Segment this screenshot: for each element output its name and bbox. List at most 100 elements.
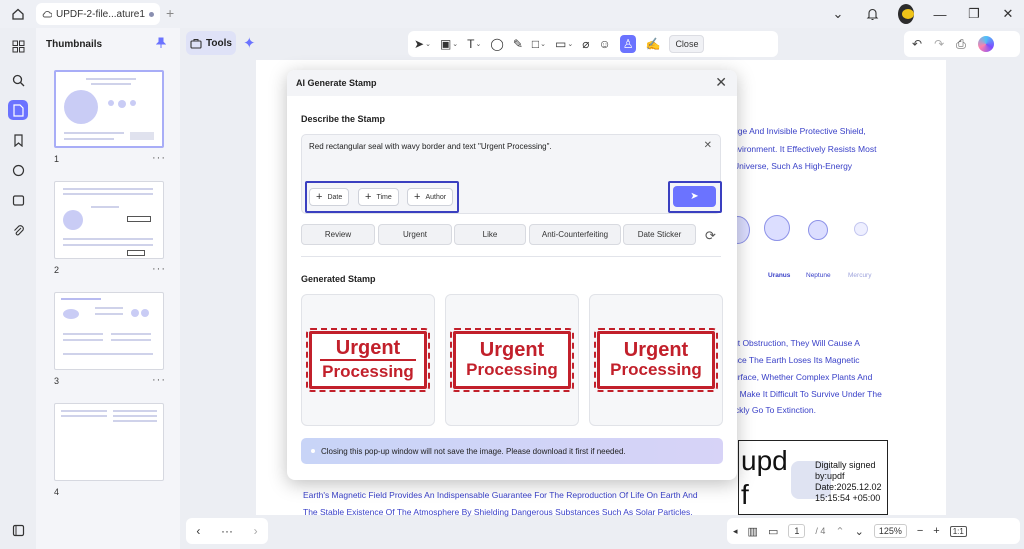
home-icon[interactable] [8, 5, 28, 23]
search-icon[interactable] [8, 70, 28, 90]
digital-signature-field[interactable]: upd f Digitally signed by:updf Date:2025… [738, 440, 888, 515]
stamp-text-line: Processing [610, 360, 702, 379]
preset-like[interactable]: Like [454, 224, 526, 245]
preset-review[interactable]: Review [301, 224, 375, 245]
add-tab-icon[interactable]: + [166, 5, 174, 21]
sticker-tool[interactable]: ☺ [598, 37, 610, 51]
close-tool-button[interactable]: Close [669, 35, 705, 53]
chip-label: Date [327, 193, 343, 201]
preset-date-sticker[interactable]: Date Sticker [623, 224, 696, 245]
stamp-list-icon[interactable] [8, 190, 28, 210]
updf-ai-logo-icon[interactable] [977, 36, 994, 52]
insert-date-chip[interactable]: + Date [309, 188, 350, 206]
doc-text-line: Earth's Magnetic Field Provides An Indis… [303, 490, 698, 500]
prev-page-icon[interactable]: ⌃ [835, 525, 844, 538]
shape-tool[interactable]: □ ⌄ [532, 37, 546, 51]
measure-tool[interactable]: ▭ ⌄ [555, 37, 573, 51]
planet-label: Mercury [848, 272, 872, 279]
document-tab[interactable]: UPDF-2-file...ature111(2) [36, 3, 160, 25]
ai-sparkle-icon[interactable]: ✦ [243, 34, 256, 52]
stamp-text-line: Urgent [479, 339, 545, 361]
generated-stamp-card[interactable]: Urgent Processing [301, 294, 435, 426]
thumbnails-title: Thumbnails [46, 39, 103, 50]
stamp-text-line: Processing [466, 360, 558, 379]
generated-section-title: Generated Stamp [301, 274, 376, 284]
comment-icon[interactable] [8, 160, 28, 180]
more-icon[interactable]: ··· [221, 524, 233, 538]
chevron-right-icon[interactable]: › [254, 524, 258, 538]
thumbnail-more-icon[interactable]: ··· [152, 152, 166, 164]
thumbnail-page-2[interactable] [54, 181, 164, 259]
stamp-divider [319, 359, 417, 361]
stamp-tool[interactable]: ♙ [619, 35, 637, 53]
text-tool[interactable]: T ⌄ [467, 37, 481, 51]
plus-icon: + [316, 191, 323, 203]
thumbnail-more-icon[interactable]: ··· [152, 263, 166, 275]
tab-bar: UPDF-2-file...ature111(2) + ⌄ — ❐ ✕ [0, 0, 1024, 28]
chevron-left-icon[interactable]: ‹ [196, 524, 200, 538]
stamp-text-line: Urgent [623, 339, 689, 361]
send-button[interactable]: ➤ [673, 186, 716, 207]
layers-icon[interactable] [8, 520, 28, 540]
thumbnail-page-3[interactable] [54, 292, 164, 370]
actual-size-icon[interactable]: 1:1 [949, 525, 967, 537]
thumbnail-page-4[interactable] [54, 403, 164, 481]
annotation-tool-group: ➤ ⌄ ▣ ⌄ T ⌄ ◯ ✎ □ ⌄ ▭ ⌄ ⌀ ☺ ♙ ✍ Close [408, 31, 778, 57]
signature-line: Date:2025.12.02 [815, 482, 882, 492]
insert-time-chip[interactable]: + Time [358, 188, 399, 206]
view-controls: ◂ ▥ ▭ 1 / 4 ⌃ ⌄ 125% − + 1:1 [727, 518, 1020, 544]
window-controls: ⌄ — ❐ ✕ [830, 4, 1016, 24]
ruler-icon: ▭ [555, 37, 567, 51]
signature-tool[interactable]: ✍ [645, 37, 660, 51]
zoom-in-icon[interactable]: + [933, 525, 939, 537]
next-page-icon[interactable]: ⌄ [855, 525, 864, 538]
collapse-icon[interactable]: ◂ [733, 526, 738, 537]
redo-icon[interactable]: ↷ [934, 37, 944, 51]
save-icon[interactable]: ⎙ [956, 37, 966, 52]
thumbnail-more-icon[interactable]: ··· [152, 374, 166, 386]
select-tool[interactable]: ➤ ⌄ [414, 37, 431, 51]
zoom-out-icon[interactable]: − [917, 525, 923, 537]
minimize-icon[interactable]: — [932, 4, 948, 24]
generated-stamp-card[interactable]: Urgent Processing [589, 294, 723, 426]
stamp-text-line: Processing [322, 362, 414, 381]
signature-icon: ✍ [645, 37, 661, 51]
page-number-input[interactable]: 1 [788, 524, 806, 538]
generated-stamp-card[interactable]: Urgent Processing [445, 294, 579, 426]
chip-label: Author [425, 193, 447, 201]
doc-text-line: The Stable Existence Of The Atmosphere B… [303, 507, 693, 517]
restore-icon[interactable]: ❐ [966, 4, 982, 24]
presentation-icon[interactable]: ▭ [768, 525, 778, 538]
close-icon[interactable]: ✕ [715, 74, 727, 91]
stamp-description-input[interactable]: Red rectangular seal with wavy border an… [301, 134, 722, 214]
attach-tool[interactable]: ⌀ [582, 37, 589, 51]
dialog-title: AI Generate Stamp [296, 78, 377, 88]
pencil-tool[interactable]: ✎ [513, 37, 523, 51]
thumbnails-icon[interactable] [8, 100, 28, 120]
thumbnail-page-1[interactable] [54, 70, 164, 148]
tools-button[interactable]: Tools [186, 31, 236, 55]
paperclip-icon: ⌀ [582, 37, 590, 51]
insert-author-chip[interactable]: + Author [407, 188, 454, 206]
save-warning-text: Closing this pop-up window will not save… [321, 446, 626, 456]
page-layout-icon[interactable]: ▥ [748, 525, 758, 538]
bell-icon[interactable] [864, 4, 880, 24]
stamp-icon: ♙ [622, 37, 634, 51]
chevron-down-icon[interactable]: ⌄ [830, 4, 846, 24]
avatar-icon[interactable] [898, 4, 914, 24]
pin-icon[interactable] [155, 37, 167, 52]
textbox-tool[interactable]: ▣ ⌄ [440, 37, 458, 51]
preset-urgent[interactable]: Urgent [378, 224, 452, 245]
tools-label: Tools [206, 37, 232, 49]
note-tool[interactable]: ◯ [490, 37, 503, 51]
undo-icon[interactable]: ↶ [912, 37, 922, 51]
zoom-level[interactable]: 125% [873, 524, 907, 538]
refresh-icon[interactable]: ⟳ [705, 228, 716, 244]
bookmark-icon[interactable] [8, 130, 28, 150]
unsaved-dot-icon [149, 11, 154, 17]
preset-anti-counterfeiting[interactable]: Anti-Counterfeiting [529, 224, 621, 245]
grid-view-icon[interactable] [8, 36, 28, 56]
close-window-icon[interactable]: ✕ [1000, 4, 1016, 24]
attachment-icon[interactable] [8, 220, 28, 240]
clear-icon[interactable]: ✕ [704, 140, 712, 151]
